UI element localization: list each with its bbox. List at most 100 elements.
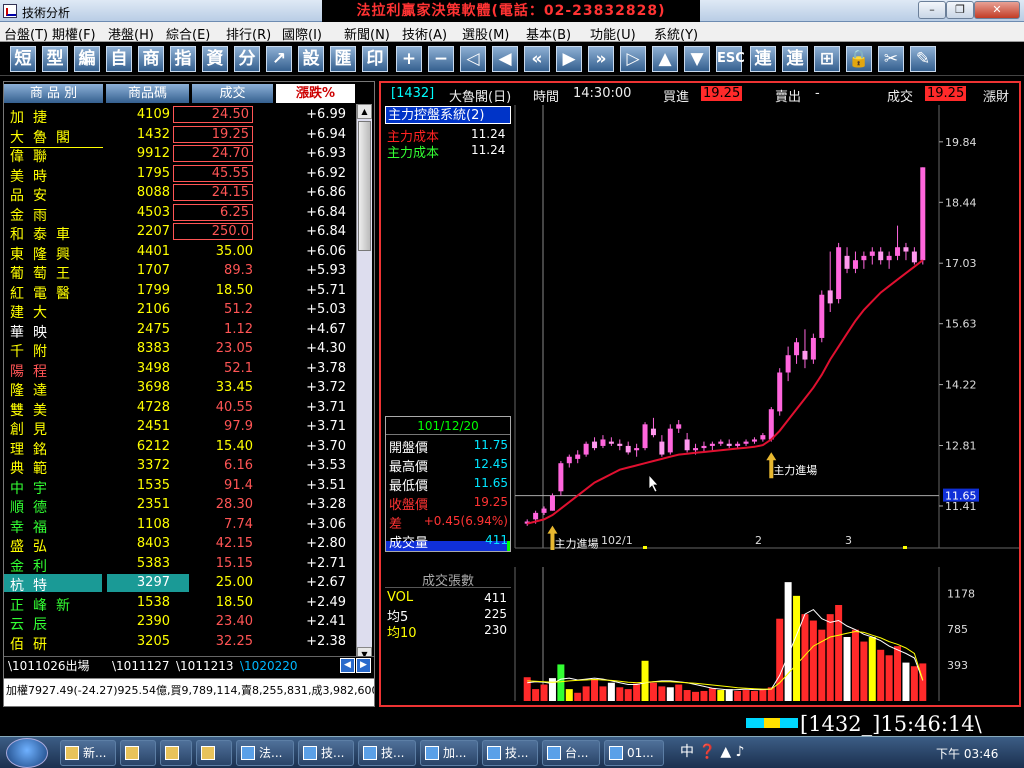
rewind-icon[interactable]: « bbox=[524, 46, 550, 72]
taskbar-item[interactable]: 技... bbox=[298, 740, 354, 766]
taskbar-item[interactable]: 技... bbox=[482, 740, 538, 766]
maximize-button[interactable]: ❐ bbox=[946, 1, 974, 19]
menu-item[interactable]: 基本(B) bbox=[526, 24, 571, 43]
menu-item[interactable]: 綜合(E) bbox=[166, 24, 210, 43]
menu-item[interactable]: 功能(U) bbox=[590, 24, 636, 43]
quote-row[interactable]: 中宇 1535 91.4 +3.51 bbox=[4, 477, 356, 497]
menu-item[interactable]: 國際(I) bbox=[282, 24, 322, 43]
product-button[interactable]: 商 bbox=[138, 46, 164, 72]
last-icon[interactable]: ▷ bbox=[620, 46, 646, 72]
taskbar-item[interactable]: 台... bbox=[542, 740, 600, 766]
scroll-up-arrow-icon[interactable]: ▲ bbox=[357, 104, 372, 119]
status-code[interactable]: [1432_ bbox=[800, 712, 872, 736]
taskbar-item[interactable]: 法... bbox=[236, 740, 294, 766]
quote-row[interactable]: 紅電醫 1799 18.50 +5.71 bbox=[4, 282, 356, 302]
quote-row[interactable]: 盛弘 8403 42.15 +2.80 bbox=[4, 535, 356, 555]
header-change-pct[interactable]: 漲跌% bbox=[276, 84, 356, 103]
header-price[interactable]: 成交 bbox=[192, 84, 274, 103]
quote-row[interactable]: 陽程 3498 52.1 +3.78 bbox=[4, 360, 356, 380]
data-button[interactable]: 資 bbox=[202, 46, 228, 72]
sheet-tab[interactable]: \1011127 bbox=[112, 658, 170, 674]
sheet-tab[interactable]: \1011213 bbox=[176, 658, 234, 674]
quote-row[interactable]: 正峰新 1538 18.50 +2.49 bbox=[4, 594, 356, 614]
quote-row[interactable]: 加捷 4109 24.50 +6.99 bbox=[4, 106, 356, 126]
forward-icon[interactable]: » bbox=[588, 46, 614, 72]
quote-row[interactable]: 佰研 3205 32.25 +2.38 bbox=[4, 633, 356, 653]
quote-row[interactable]: 千附 8383 23.05 +4.30 bbox=[4, 340, 356, 360]
quote-row[interactable]: 華映 2475 1.12 +4.67 bbox=[4, 321, 356, 341]
down-icon[interactable]: ▼ bbox=[684, 46, 710, 72]
zoom-out-button[interactable]: − bbox=[428, 46, 454, 72]
quote-row[interactable]: 偉聯 9912 24.70 +6.93 bbox=[4, 145, 356, 165]
print-button[interactable]: 印 bbox=[362, 46, 388, 72]
layout-icon[interactable]: ⊞ bbox=[814, 46, 840, 72]
quote-row[interactable]: 葡萄王 1707 89.3 +5.93 bbox=[4, 262, 356, 282]
indicator-title[interactable]: 主力控盤系統(2) bbox=[385, 106, 511, 124]
edit-button[interactable]: 編 bbox=[74, 46, 100, 72]
menu-item[interactable]: 技術(A) bbox=[402, 24, 447, 43]
taskbar-item[interactable] bbox=[160, 740, 192, 766]
quote-row[interactable]: 美時 1795 45.55 +6.92 bbox=[4, 164, 356, 185]
settings-button[interactable]: 設 bbox=[298, 46, 324, 72]
quote-row[interactable]: 云辰 2390 23.40 +2.41 bbox=[4, 613, 356, 633]
menu-item[interactable]: 系統(Y) bbox=[654, 24, 698, 43]
first-icon[interactable]: ◁ bbox=[460, 46, 486, 72]
tools-icon[interactable]: ✂ bbox=[878, 46, 904, 72]
quote-row[interactable]: 理銘 6212 15.40 +3.70 bbox=[4, 438, 356, 458]
quote-row[interactable]: 金雨 4503 6.25 +6.84 bbox=[4, 203, 356, 224]
prev-icon[interactable]: ◀ bbox=[492, 46, 518, 72]
taskbar-item[interactable]: 01... bbox=[604, 740, 664, 766]
scroll-thumb[interactable] bbox=[358, 121, 371, 251]
menu-item[interactable]: 期權(F) bbox=[52, 24, 96, 43]
quote-row[interactable]: 和泰車 2207 250.0 +6.84 bbox=[4, 223, 356, 243]
taskbar-item[interactable]: 技... bbox=[358, 740, 416, 766]
quote-row[interactable]: 建大 2106 51.2 +5.03 bbox=[4, 301, 356, 321]
menu-item[interactable]: 選股(M) bbox=[462, 24, 509, 43]
pattern-button[interactable]: 型 bbox=[42, 46, 68, 72]
taskbar-item[interactable]: 加... bbox=[420, 740, 478, 766]
minimize-button[interactable]: – bbox=[918, 1, 946, 19]
quote-row[interactable]: 金利 5383 15.15 +2.71 bbox=[4, 555, 356, 575]
quote-row[interactable]: 品安 8088 24.15 +6.86 bbox=[4, 184, 356, 204]
link-button[interactable]: 連 bbox=[750, 46, 776, 72]
tab-prev-arrow-icon[interactable]: ◀ bbox=[340, 658, 355, 673]
trend-icon[interactable]: ↗ bbox=[266, 46, 292, 72]
quote-row[interactable]: 杭特 3297 25.00 +2.67 bbox=[4, 574, 356, 594]
quote-row[interactable]: 大魯閣 1432 19.25 +6.94 bbox=[4, 125, 356, 148]
quote-row[interactable]: 順德 2351 28.30 +3.28 bbox=[4, 496, 356, 516]
taskbar-clock[interactable]: 下午 03:46 bbox=[936, 745, 998, 762]
custom-button[interactable]: 自 bbox=[106, 46, 132, 72]
menu-item[interactable]: 港盤(H) bbox=[108, 24, 154, 43]
import-button[interactable]: 匯 bbox=[330, 46, 356, 72]
menu-item[interactable]: 排行(R) bbox=[226, 24, 271, 43]
split-button[interactable]: 分 bbox=[234, 46, 260, 72]
pen-icon[interactable]: ✎ bbox=[910, 46, 936, 72]
menu-item[interactable]: 新聞(N) bbox=[344, 24, 390, 43]
sheet-tab[interactable]: \1011026出場 bbox=[8, 658, 90, 674]
escape-button[interactable]: ESC bbox=[716, 46, 745, 72]
taskbar-item[interactable] bbox=[120, 740, 156, 766]
quote-row[interactable]: 雙美 4728 40.55 +3.71 bbox=[4, 399, 356, 419]
header-name[interactable]: 商 品 別 bbox=[4, 84, 104, 103]
header-code[interactable]: 商品碼 bbox=[106, 84, 190, 103]
sheet-tab-active[interactable]: \1020220 bbox=[240, 658, 298, 674]
lock-icon[interactable]: 🔒 bbox=[846, 46, 872, 72]
short-button[interactable]: 短 bbox=[10, 46, 36, 72]
up-icon[interactable]: ▲ bbox=[652, 46, 678, 72]
quote-row[interactable]: 隆達 3698 33.45 +3.72 bbox=[4, 379, 356, 399]
taskbar-item[interactable]: 新... bbox=[60, 740, 116, 766]
taskbar-item[interactable] bbox=[196, 740, 232, 766]
next-icon[interactable]: ▶ bbox=[556, 46, 582, 72]
indicator-button[interactable]: 指 bbox=[170, 46, 196, 72]
close-button[interactable]: ✕ bbox=[974, 1, 1020, 19]
system-tray[interactable]: 中 ❓ ▲ ♪ bbox=[680, 741, 744, 761]
menu-item[interactable]: 台盤(T) bbox=[4, 24, 48, 43]
zoom-in-button[interactable]: + bbox=[396, 46, 422, 72]
quote-row[interactable]: 創見 2451 97.9 +3.71 bbox=[4, 418, 356, 438]
quote-row[interactable]: 東隆興 4401 35.00 +6.06 bbox=[4, 243, 356, 263]
quote-row[interactable]: 幸福 1108 7.74 +3.06 bbox=[4, 516, 356, 536]
start-button[interactable] bbox=[6, 738, 48, 768]
link2-button[interactable]: 連 bbox=[782, 46, 808, 72]
tab-next-arrow-icon[interactable]: ▶ bbox=[356, 658, 371, 673]
quote-row[interactable]: 典範 3372 6.16 +3.53 bbox=[4, 457, 356, 477]
